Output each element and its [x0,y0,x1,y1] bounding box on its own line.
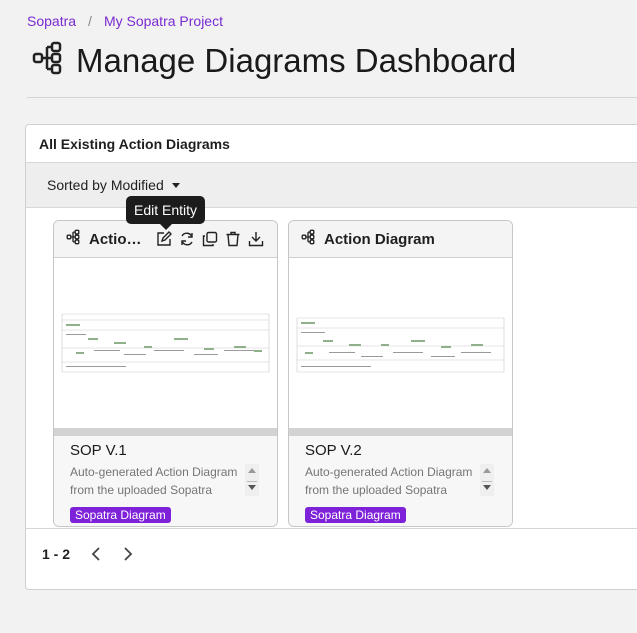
card-grid: Actio… SOP V.1 Auto-generated Action Dia… [53,220,513,527]
caret-down-icon [171,182,180,188]
scroll-down-icon[interactable] [483,485,491,490]
chevron-left-icon[interactable] [90,546,102,562]
scroll-down-icon[interactable] [248,485,256,490]
page-header: Manage Diagrams Dashboard [32,40,516,81]
trash-icon[interactable] [224,230,242,248]
diagram-card[interactable]: Action Diagram SOP V.2 Auto-generated Ac… [288,220,513,527]
sort-label: Sorted by Modified [47,177,164,193]
diagram-icon [32,40,62,81]
description-scrollbar[interactable] [245,464,259,496]
copy-icon[interactable] [201,230,219,248]
diagram-card[interactable]: Actio… SOP V.1 Auto-generated Action Dia… [53,220,278,527]
card-body: SOP V.1 Auto-generated Action Diagram fr… [54,436,277,526]
card-header: Action Diagram [289,221,512,258]
card-version: SOP V.2 [305,442,362,459]
diagram-icon [66,229,80,250]
diagram-thumbnail[interactable] [289,258,512,428]
thumbnail-divider [289,428,512,436]
diagram-type-badge: Sopatra Diagram [305,507,406,523]
diagram-thumbnail[interactable] [54,258,277,428]
download-icon[interactable] [247,230,265,248]
scroll-divider [247,481,257,482]
page-range: 1 - 2 [42,546,71,562]
edit-icon[interactable] [155,230,173,248]
refresh-icon[interactable] [178,230,196,248]
scroll-up-icon[interactable] [483,468,491,473]
description-scrollbar[interactable] [480,464,494,496]
diagrams-panel: All Existing Action Diagrams Sorted by M… [25,124,637,590]
card-title: Action Diagram [324,230,435,248]
card-description[interactable]: Auto-generated Action Diagram from the u… [305,463,475,499]
edit-entity-tooltip: Edit Entity [126,196,206,230]
diagram-icon [301,229,315,250]
card-title: Actio… [89,230,142,248]
breadcrumb: Sopatra / My Sopatra Project [27,13,223,29]
breadcrumb-project[interactable]: My Sopatra Project [104,13,223,29]
card-body: SOP V.2 Auto-generated Action Diagram fr… [289,436,512,526]
scroll-up-icon[interactable] [248,468,256,473]
chevron-right-icon[interactable] [122,546,134,562]
pager-divider [26,528,637,529]
sort-dropdown[interactable]: Sorted by Modified [26,163,637,208]
card-description[interactable]: Auto-generated Action Diagram from the u… [70,463,240,499]
panel-title: All Existing Action Diagrams [26,125,637,163]
diagram-type-badge: Sopatra Diagram [70,507,171,523]
card-toolbar [155,230,265,248]
breadcrumb-sopatra[interactable]: Sopatra [27,13,76,29]
breadcrumb-separator: / [88,13,92,29]
pagination: 1 - 2 [42,546,134,562]
page-title: Manage Diagrams Dashboard [76,41,517,79]
thumbnail-divider [54,428,277,436]
card-version: SOP V.1 [70,442,127,459]
scroll-divider [482,481,492,482]
title-divider [27,97,637,98]
